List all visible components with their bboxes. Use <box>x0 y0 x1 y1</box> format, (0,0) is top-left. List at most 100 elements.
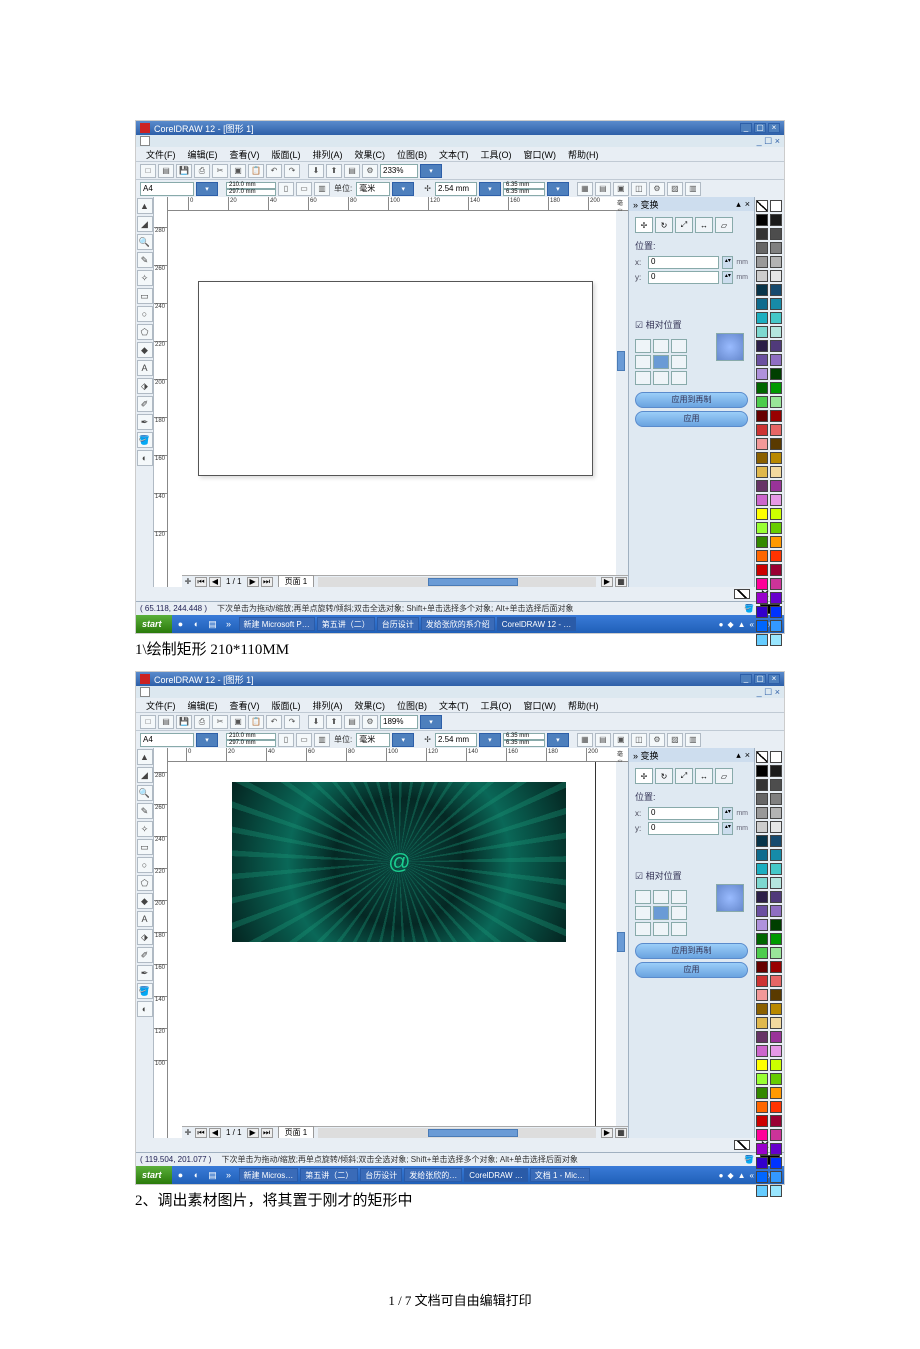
color-swatch[interactable] <box>770 242 782 254</box>
color-swatch[interactable] <box>756 354 768 366</box>
relative-checkbox[interactable]: ☑ 相对位置 <box>635 318 748 331</box>
dup-y-input[interactable]: 6.35 mm <box>503 740 545 747</box>
docker-collapse-button[interactable]: ▴ <box>736 199 741 210</box>
zoom-dropdown[interactable]: ▾ <box>420 164 442 178</box>
portrait-button[interactable]: ▯ <box>278 733 294 747</box>
tray-icon[interactable]: ▲ <box>738 1171 746 1180</box>
color-swatch[interactable] <box>770 340 782 352</box>
task-button[interactable]: 第五讲（二） <box>300 1168 358 1182</box>
ellipse-tool[interactable]: ○ <box>137 857 153 873</box>
rotate-tab[interactable]: ↻ <box>655 768 673 784</box>
save-button[interactable]: 💾 <box>176 164 192 178</box>
tray-icon[interactable]: ● <box>719 1171 724 1180</box>
import-button[interactable]: ⬇ <box>308 715 324 729</box>
color-swatch[interactable] <box>756 1115 768 1127</box>
apply-button[interactable]: 应用 <box>635 962 748 978</box>
color-swatch[interactable] <box>770 905 782 917</box>
color-swatch[interactable] <box>770 438 782 450</box>
ql-icon[interactable]: ◐ <box>190 1168 204 1182</box>
menu-help[interactable]: 帮助(H) <box>564 699 603 712</box>
menu-text[interactable]: 文本(T) <box>435 699 473 712</box>
color-swatch[interactable] <box>756 452 768 464</box>
polygon-tool[interactable]: ⬠ <box>137 324 153 340</box>
color-swatch[interactable] <box>770 284 782 296</box>
color-swatch[interactable] <box>756 863 768 875</box>
snap-obj-button[interactable]: ▣ <box>613 733 629 747</box>
tray-icon[interactable]: ● <box>719 620 724 629</box>
fill-tool[interactable]: 🪣 <box>137 983 153 999</box>
pages-button[interactable]: ▥ <box>314 182 330 196</box>
color-swatch[interactable] <box>756 578 768 590</box>
freehand-tool[interactable]: ✎ <box>137 803 153 819</box>
ql-icon[interactable]: ● <box>174 1168 188 1182</box>
maximize-button[interactable]: ▢ <box>754 674 766 684</box>
color-swatch[interactable] <box>770 1129 782 1141</box>
undo-button[interactable]: ↶ <box>266 164 282 178</box>
color-swatch[interactable] <box>756 1185 768 1197</box>
misc-button[interactable]: ▥ <box>685 182 701 196</box>
menu-edit[interactable]: 编辑(E) <box>184 699 222 712</box>
doc-window-controls[interactable]: _ ☐ × <box>757 136 780 147</box>
canvas-area[interactable]: 0 20 40 60 80 100 120 140 160 180 200 毫米 <box>168 748 628 1138</box>
ql-icon[interactable]: ▤ <box>206 1168 220 1182</box>
color-swatch[interactable] <box>770 424 782 436</box>
color-swatch[interactable] <box>756 438 768 450</box>
shape-tool[interactable]: ◢ <box>137 216 153 232</box>
unit-dropdown[interactable]: ▾ <box>392 733 414 747</box>
start-button[interactable]: start <box>136 615 172 633</box>
minimize-button[interactable]: _ <box>740 674 752 684</box>
task-button[interactable]: 台历设计 <box>377 617 419 631</box>
last-page-button[interactable]: ⏭ <box>261 577 273 587</box>
x-spinner[interactable]: ▴▾ <box>722 807 733 820</box>
color-swatch[interactable] <box>770 1101 782 1113</box>
snap-guide-button[interactable]: ▤ <box>595 733 611 747</box>
relative-checkbox[interactable]: ☑ 相对位置 <box>635 869 748 882</box>
x-spinner[interactable]: ▴▾ <box>722 256 733 269</box>
vertical-scrollbar[interactable] <box>616 211 628 575</box>
color-swatch[interactable] <box>756 396 768 408</box>
nudge-spin[interactable]: ▾ <box>479 182 501 196</box>
paste-button[interactable]: 📋 <box>248 715 264 729</box>
color-swatch[interactable] <box>770 452 782 464</box>
page-height-input[interactable]: 297.0 mm <box>226 189 276 196</box>
zoom-input[interactable]: 233% <box>380 164 418 178</box>
polygon-tool[interactable]: ⬠ <box>137 875 153 891</box>
prev-page-button[interactable]: ◀ <box>209 577 221 587</box>
color-swatch[interactable] <box>756 807 768 819</box>
color-swatch[interactable] <box>756 312 768 324</box>
open-button[interactable]: ▤ <box>158 715 174 729</box>
color-swatch[interactable] <box>756 508 768 520</box>
doc-window-controls[interactable]: _ ☐ × <box>757 687 780 698</box>
interactive-fill-tool[interactable]: ◐ <box>137 450 153 466</box>
rectangle-tool[interactable]: ▭ <box>137 839 153 855</box>
position-tab[interactable]: ✢ <box>635 768 653 784</box>
task-button-active[interactable]: CorelDRAW 12 - … <box>497 617 577 631</box>
color-swatch[interactable] <box>770 779 782 791</box>
smart-tool[interactable]: ✧ <box>137 821 153 837</box>
interactive-fill-tool[interactable]: ◐ <box>137 1001 153 1017</box>
rotate-tab[interactable]: ↻ <box>655 217 673 233</box>
color-swatch[interactable] <box>770 312 782 324</box>
h-scrollbar[interactable] <box>318 577 596 587</box>
print-button[interactable]: ⎙ <box>194 715 210 729</box>
nudge-input[interactable]: 2.54 mm <box>435 733 477 747</box>
task-button[interactable]: 文档 1 - Mic… <box>530 1168 590 1182</box>
color-swatch[interactable] <box>756 536 768 548</box>
v-scroll-thumb[interactable] <box>617 351 625 371</box>
color-swatch[interactable] <box>756 1129 768 1141</box>
color-swatch[interactable] <box>756 1157 768 1169</box>
color-swatch[interactable] <box>770 891 782 903</box>
menu-edit[interactable]: 编辑(E) <box>184 148 222 161</box>
snap-dyn-button[interactable]: ◫ <box>631 733 647 747</box>
color-swatch[interactable] <box>756 1101 768 1113</box>
nav-button[interactable]: ▦ <box>615 577 627 587</box>
color-swatch[interactable] <box>770 536 782 548</box>
unit-dropdown[interactable]: ▾ <box>392 182 414 196</box>
undo-button[interactable]: ↶ <box>266 715 282 729</box>
tray-icon[interactable]: ◆ <box>727 620 733 629</box>
color-swatch[interactable] <box>770 494 782 506</box>
scale-tab[interactable]: ⤢ <box>675 217 693 233</box>
color-swatch[interactable] <box>770 200 782 212</box>
paper-select[interactable]: A4 <box>140 733 194 747</box>
portrait-button[interactable]: ▯ <box>278 182 294 196</box>
